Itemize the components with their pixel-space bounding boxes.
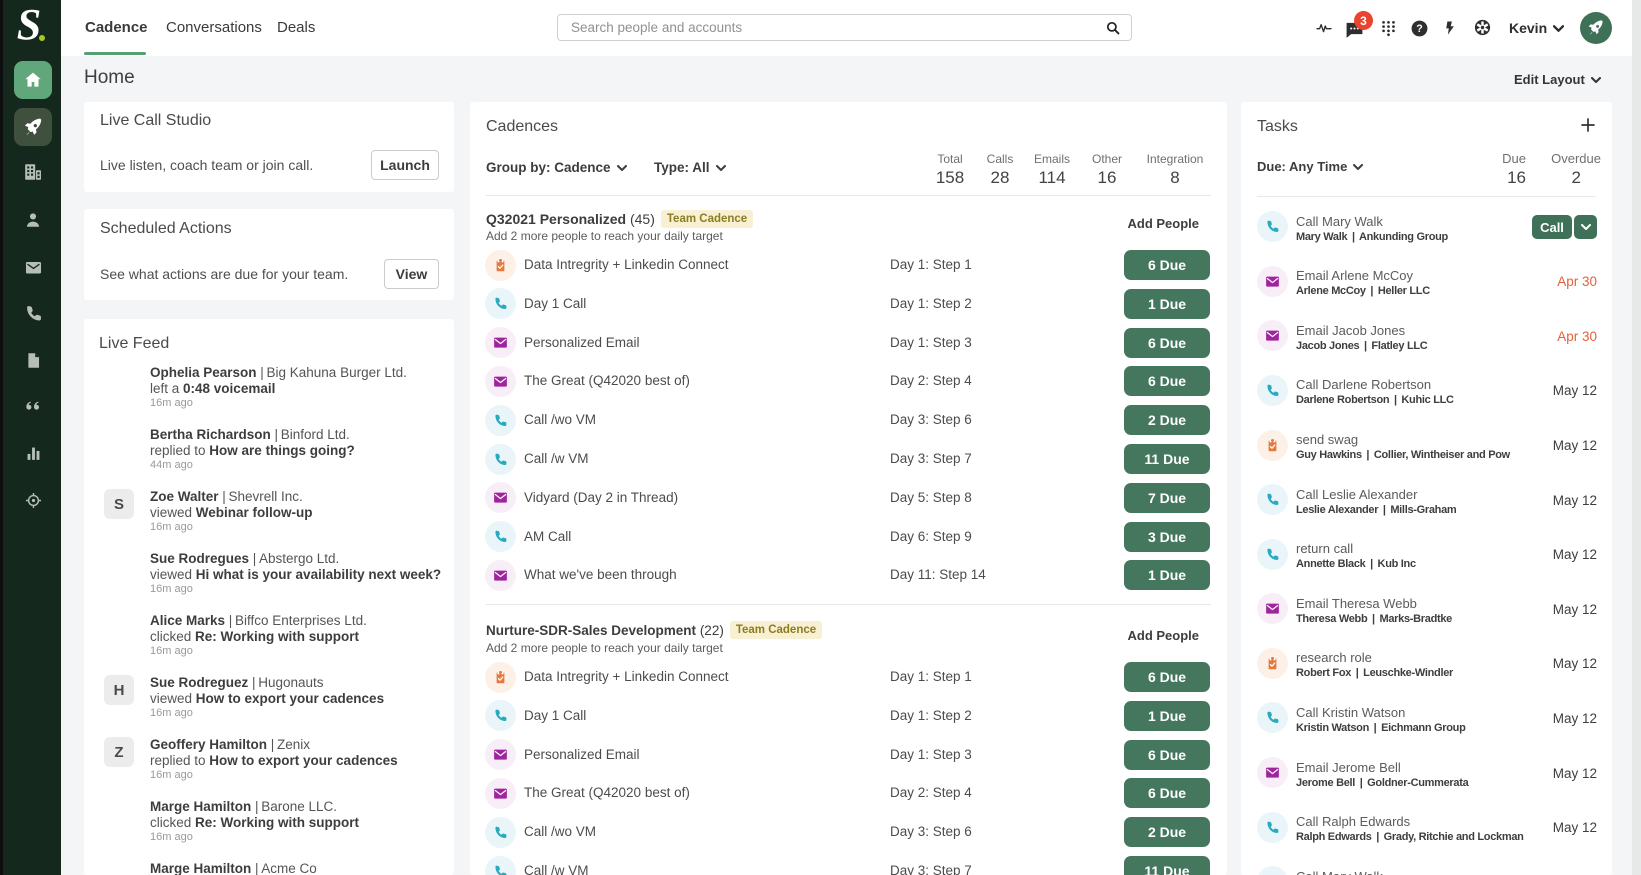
svg-text:?: ? — [1416, 23, 1423, 35]
